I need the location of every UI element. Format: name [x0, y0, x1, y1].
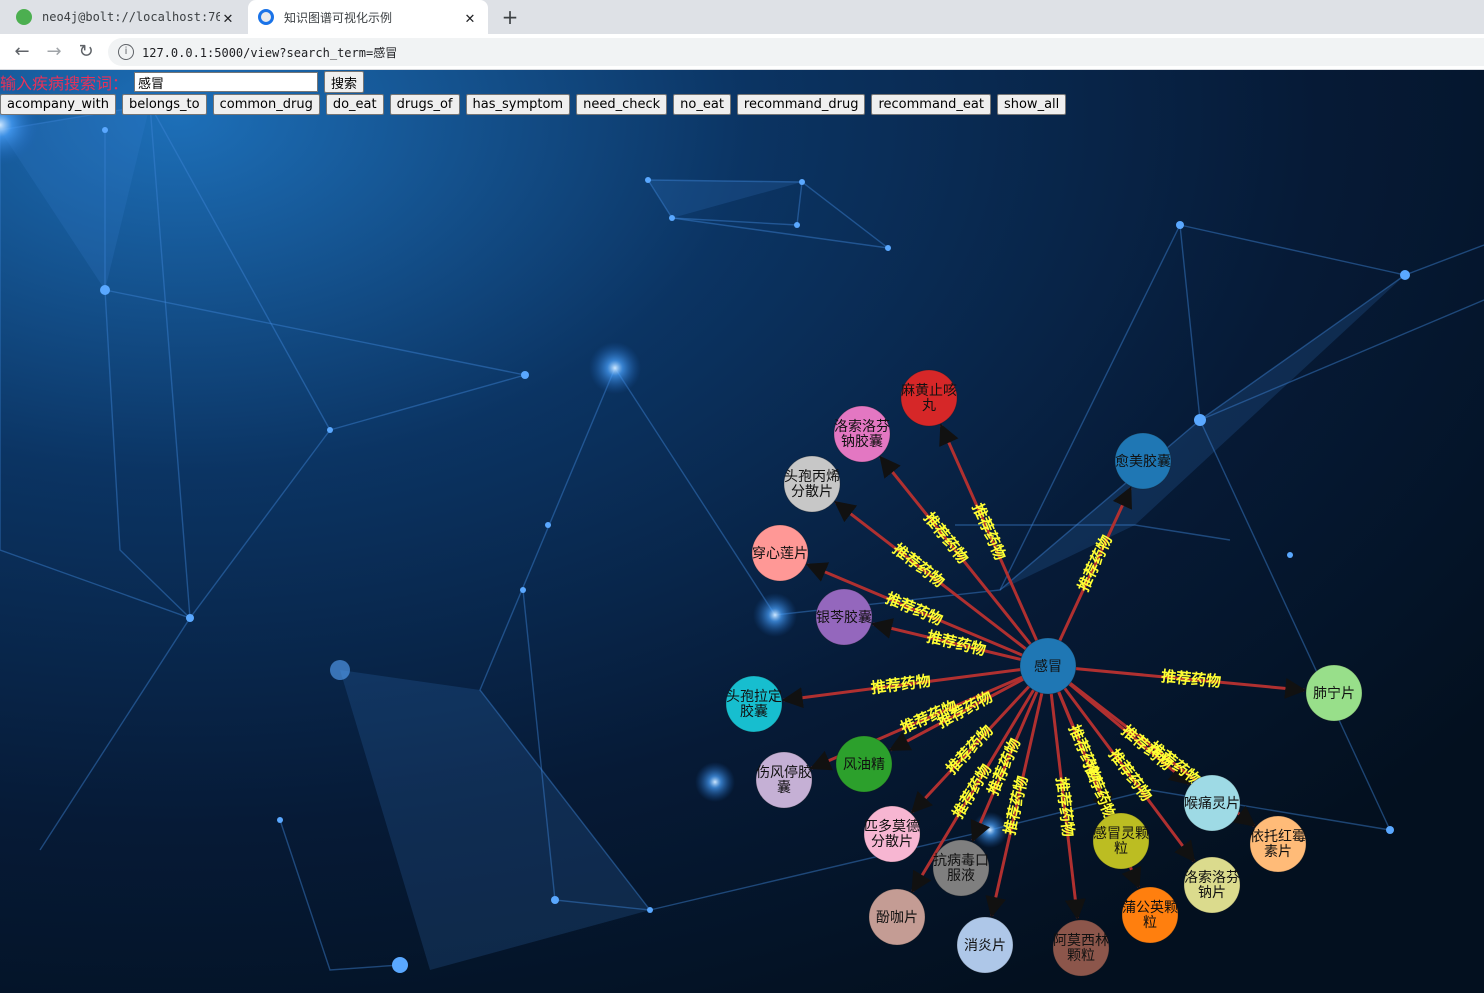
edge-label: 推荐药物	[870, 672, 932, 698]
edge-label: 推荐药物	[925, 628, 988, 660]
tab-title: neo4j@bolt://localhost:7687 -	[42, 10, 220, 24]
relation-button-no-eat[interactable]: no_eat	[673, 94, 731, 115]
search-label: 输入疾病搜索词：	[0, 74, 129, 93]
edge-label: 推荐药物	[1160, 667, 1221, 691]
drug-node[interactable]: 喉痛灵片	[1183, 774, 1241, 832]
node-label: 银芩胶囊	[816, 609, 872, 626]
tab-title: 知识图谱可视化示例	[284, 10, 393, 25]
node-label: 钠片	[1198, 885, 1226, 901]
relation-button-do-eat[interactable]: do_eat	[325, 94, 384, 115]
node-label: 感冒	[1034, 658, 1062, 675]
drug-node[interactable]: 抗病毒口服液	[932, 839, 990, 897]
tab-neo4j[interactable]: neo4j@bolt://localhost:7687 - ✕	[6, 0, 246, 34]
drug-node[interactable]: 蒲公英颗粒	[1121, 886, 1179, 944]
node-label: 阿莫西林	[1053, 933, 1109, 949]
relation-button-acompany-with[interactable]: acompany_with	[0, 94, 116, 115]
edge-label: 推荐药物	[889, 540, 948, 591]
node-label: 素片	[1264, 844, 1292, 860]
drug-node[interactable]: 肺宁片	[1305, 664, 1363, 722]
edge-label: 推荐药物	[1053, 776, 1078, 838]
relation-button-drugs-of[interactable]: drugs_of	[389, 94, 460, 115]
drug-node[interactable]: 愈美胶囊	[1114, 432, 1172, 490]
node-label: 丸	[922, 398, 936, 414]
node-label: 穿心莲片	[752, 546, 808, 562]
tab-bar: neo4j@bolt://localhost:7687 - ✕ 知识图谱可视化示…	[0, 0, 1484, 34]
drug-node[interactable]: 银芩胶囊	[815, 588, 873, 646]
node-label: 麻黄止咳	[901, 382, 957, 399]
relation-button-belongs-to[interactable]: belongs_to	[121, 94, 207, 115]
back-arrow-icon[interactable]: ←	[8, 38, 36, 66]
search-input[interactable]	[134, 72, 319, 92]
node-label: 风油精	[843, 757, 885, 773]
node-label: 伤风停胶	[756, 764, 812, 781]
drug-node[interactable]: 穿心莲片	[751, 524, 809, 582]
drug-node[interactable]: 依托红霉素片	[1249, 815, 1307, 873]
node-label: 喉痛灵片	[1184, 795, 1240, 812]
node-label: 头孢丙烯	[784, 469, 840, 485]
node-label: 分散片	[791, 484, 833, 500]
node-label: 消炎片	[964, 938, 1006, 954]
node-label: 蒲公英颗	[1122, 899, 1178, 916]
address-bar[interactable]: i 127.0.0.1:5000/view?search_term=感冒	[108, 38, 1484, 66]
node-label: 抗病毒口	[933, 853, 989, 869]
search-button[interactable]: 搜索	[324, 71, 365, 93]
neo4j-favicon-icon	[16, 9, 32, 25]
close-tab-icon[interactable]: ✕	[462, 8, 478, 27]
drug-node[interactable]: 洛索洛芬钠胶囊	[833, 405, 891, 463]
node-label: 感冒灵颗	[1093, 825, 1149, 842]
drug-node[interactable]: 匹多莫德分散片	[863, 805, 921, 863]
reload-icon[interactable]: ↻	[72, 38, 100, 66]
relation-button-recommand-drug[interactable]: recommand_drug	[736, 94, 866, 115]
drug-node[interactable]: 感冒灵颗粒	[1092, 812, 1150, 870]
node-label: 肺宁片	[1313, 685, 1355, 702]
page-content: 推荐药物 推荐药物 推荐药物 推荐药物 推荐药物 推荐药物 推荐药物 推荐药物 推荐药物 推荐药物…	[0, 70, 1484, 993]
relation-button-common-drug[interactable]: common_drug	[212, 94, 320, 115]
node-label: 匹多莫德	[864, 818, 920, 835]
node-label: 囊	[777, 779, 791, 796]
search-row: 输入疾病搜索词： 搜索	[0, 71, 365, 93]
node-label: 愈美胶囊	[1115, 453, 1171, 470]
drug-node[interactable]: 风油精	[835, 735, 893, 793]
node-label: 分散片	[871, 834, 913, 850]
node-label: 头孢拉定	[726, 689, 782, 705]
forward-arrow-icon[interactable]: →	[40, 38, 68, 66]
node-label: 粒	[1114, 841, 1128, 857]
close-tab-icon[interactable]: ✕	[220, 8, 236, 27]
edge-label: 推荐药物	[920, 509, 972, 567]
relation-button-recommand-eat[interactable]: recommand_eat	[871, 94, 991, 115]
tab-knowledge-graph[interactable]: 知识图谱可视化示例 ✕	[248, 0, 488, 34]
info-icon[interactable]: i	[118, 44, 134, 60]
node-label: 酚咖片	[876, 910, 918, 926]
relation-button-show-all[interactable]: show_all	[996, 94, 1067, 115]
site-favicon-icon	[258, 9, 274, 25]
node-label: 依托红霉	[1250, 829, 1306, 845]
relation-button-has-symptom[interactable]: has_symptom	[465, 94, 571, 115]
drug-node[interactable]: 头孢丙烯分散片	[783, 455, 841, 513]
edge-label: 推荐药物	[883, 589, 945, 629]
node-label: 钠胶囊	[841, 433, 883, 450]
address-url[interactable]: 127.0.0.1:5000/view?search_term=感冒	[142, 44, 397, 61]
edge-label: 推荐药物	[1074, 532, 1116, 594]
drug-node[interactable]: 酚咖片	[868, 888, 926, 946]
node-label: 服液	[947, 868, 975, 884]
node-label: 胶囊	[740, 703, 768, 720]
relation-buttons: acompany_with belongs_to common_drug do_…	[0, 94, 1072, 115]
node-label: 洛索洛芬	[834, 418, 890, 435]
knowledge-graph[interactable]: 推荐药物推荐药物推荐药物推荐药物推荐药物推荐药物推荐药物推荐药物推荐药物推荐药物…	[0, 70, 1484, 993]
node-label: 粒	[1143, 915, 1157, 931]
node-label: 颗粒	[1067, 948, 1095, 964]
drug-node[interactable]: 消炎片	[956, 916, 1014, 974]
disease-node[interactable]: 感冒	[1019, 637, 1077, 695]
plus-icon[interactable]: +	[498, 3, 522, 31]
drug-node[interactable]: 洛索洛芬钠片	[1183, 856, 1241, 914]
drug-node[interactable]: 头孢拉定胶囊	[725, 675, 783, 733]
node-label: 洛索洛芬	[1184, 869, 1240, 886]
browser-toolbar: ← → ↻ i 127.0.0.1:5000/view?search_term=…	[0, 34, 1484, 70]
drug-node[interactable]: 伤风停胶囊	[755, 751, 813, 809]
drug-node[interactable]: 阿莫西林颗粒	[1052, 919, 1110, 977]
edge-label: 推荐药物	[969, 501, 1010, 563]
graph-nodes[interactable]: 麻黄止咳丸洛索洛芬钠胶囊头孢丙烯分散片穿心莲片银芩胶囊头孢拉定胶囊伤风停胶囊风油…	[725, 369, 1363, 977]
relation-button-need-check[interactable]: need_check	[576, 94, 668, 115]
drug-node[interactable]: 麻黄止咳丸	[900, 369, 958, 427]
